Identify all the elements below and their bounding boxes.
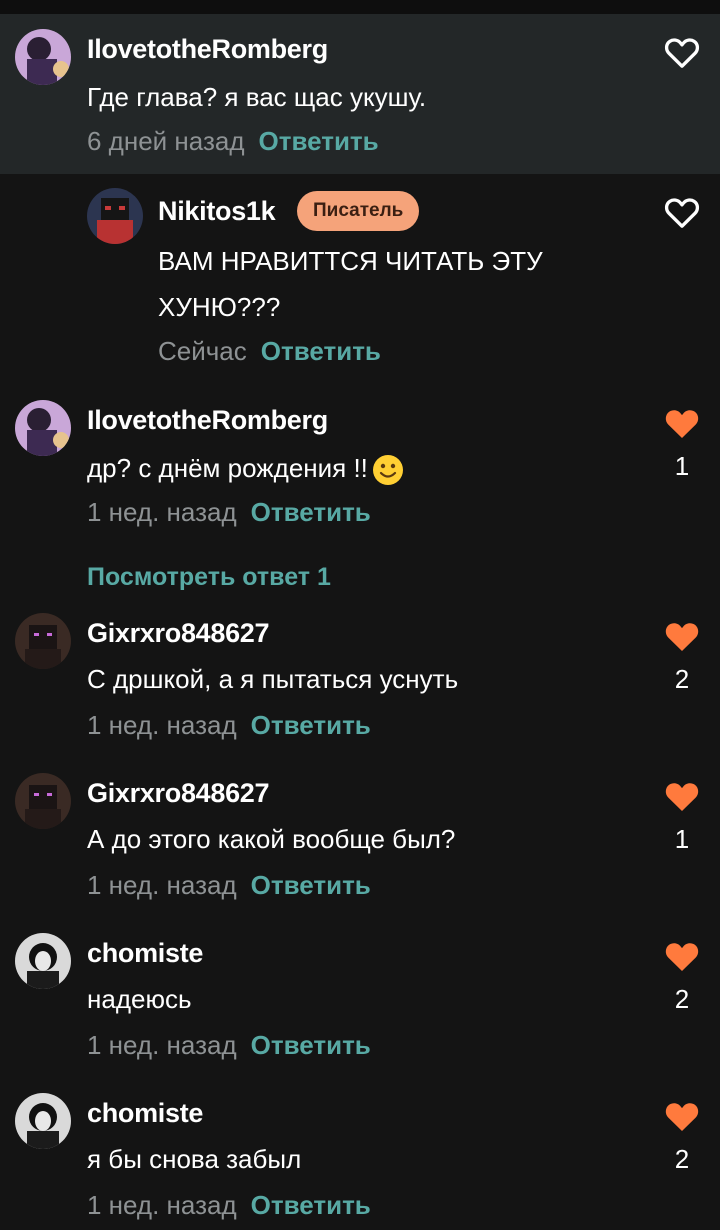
like-filled-icon[interactable] bbox=[662, 1096, 702, 1136]
comment-text: А до этого какой вообще был? bbox=[87, 824, 456, 854]
comment-text-content: др? с днём рождения !! bbox=[87, 453, 368, 483]
comment-author[interactable]: Nikitos1k bbox=[158, 196, 276, 227]
comment-meta: 1 нед. назад Ответить bbox=[87, 497, 371, 528]
reply-button[interactable]: Ответить bbox=[259, 126, 379, 156]
reply-button[interactable]: Ответить bbox=[251, 1190, 371, 1220]
comment-item: chomiste надеюсь 1 нед. назад Ответить 2 bbox=[0, 918, 720, 1078]
like-count: 2 bbox=[674, 1144, 690, 1174]
comment-text: Где глава? я вас щас укушу. bbox=[87, 82, 427, 112]
like-count: 1 bbox=[674, 824, 690, 854]
like-filled-icon[interactable] bbox=[662, 936, 702, 976]
comment-item: Gixrxro848627 А до этого какой вообще бы… bbox=[0, 758, 720, 918]
comment-time: 1 нед. назад bbox=[87, 710, 237, 740]
comment-time: 1 нед. назад bbox=[87, 1190, 237, 1220]
like-filled-icon[interactable] bbox=[662, 403, 702, 443]
comment-meta: Сейчас Ответить bbox=[158, 336, 381, 367]
like-filled-icon[interactable] bbox=[662, 616, 702, 656]
reply-item: Nikitos1k Писатель ВАМ НРАВИТТСЯ ЧИТАТЬ … bbox=[0, 174, 720, 374]
avatar[interactable] bbox=[15, 933, 71, 989]
reply-button[interactable]: Ответить bbox=[261, 336, 381, 366]
reply-button[interactable]: Ответить bbox=[251, 497, 371, 527]
avatar[interactable] bbox=[15, 613, 71, 669]
comment-meta: 1 нед. назад Ответить bbox=[87, 1030, 371, 1061]
smile-emoji-icon bbox=[372, 455, 403, 486]
reply-button[interactable]: Ответить bbox=[251, 1030, 371, 1060]
comment-text: др? с днём рождения !! bbox=[87, 445, 404, 491]
comment-author[interactable]: chomiste bbox=[87, 1098, 203, 1129]
comment-time: 6 дней назад bbox=[87, 126, 245, 156]
comment-item: Gixrxro848627 С дршкой, а я пытаться усн… bbox=[0, 598, 720, 758]
comment-meta: 6 дней назад Ответить bbox=[87, 126, 379, 157]
comment-time: 1 нед. назад bbox=[87, 1030, 237, 1060]
reply-button[interactable]: Ответить bbox=[251, 710, 371, 740]
comment-meta: 1 нед. назад Ответить bbox=[87, 710, 371, 741]
avatar[interactable] bbox=[15, 1093, 71, 1149]
like-outline-icon[interactable] bbox=[662, 32, 702, 72]
comment-text: С дршкой, а я пытаться уснуть bbox=[87, 664, 459, 694]
like-outline-icon[interactable] bbox=[662, 192, 702, 232]
comment-text: надеюсь bbox=[87, 984, 192, 1014]
comment-meta: 1 нед. назад Ответить bbox=[87, 1190, 371, 1221]
like-filled-icon[interactable] bbox=[662, 776, 702, 816]
comment-meta: 1 нед. назад Ответить bbox=[87, 870, 371, 901]
comment-text: я бы снова забыл bbox=[87, 1144, 302, 1174]
comment-author[interactable]: Gixrxro848627 bbox=[87, 618, 270, 649]
comment-item: IlovetotheRomberg др? с днём рождения !!… bbox=[0, 385, 720, 545]
avatar[interactable] bbox=[87, 188, 143, 244]
reply-button[interactable]: Ответить bbox=[251, 870, 371, 900]
comment-author[interactable]: Gixrxro848627 bbox=[87, 778, 270, 809]
comment-item: chomiste я бы снова забыл 1 нед. назад От… bbox=[0, 1078, 720, 1230]
comment-author[interactable]: IlovetotheRomberg bbox=[87, 405, 328, 436]
comment-author[interactable]: chomiste bbox=[87, 938, 203, 969]
writer-badge: Писатель bbox=[297, 191, 420, 231]
comment-item: IlovetotheRomberg Где глава? я вас щас у… bbox=[0, 14, 720, 174]
like-count: 1 bbox=[674, 451, 690, 481]
like-count: 2 bbox=[674, 984, 690, 1014]
comment-time: 1 нед. назад bbox=[87, 870, 237, 900]
comment-time: 1 нед. назад bbox=[87, 497, 237, 527]
like-count: 2 bbox=[674, 664, 690, 694]
top-strip bbox=[0, 0, 720, 14]
comment-time: Сейчас bbox=[158, 336, 247, 366]
view-replies-link[interactable]: Посмотреть ответ 1 bbox=[87, 563, 331, 592]
avatar[interactable] bbox=[15, 773, 71, 829]
comment-author[interactable]: IlovetotheRomberg bbox=[87, 34, 328, 65]
avatar[interactable] bbox=[15, 400, 71, 456]
comment-text: ВАМ НРАВИТТСЯ ЧИТАТЬ ЭТУ ХУНЮ??? bbox=[158, 246, 543, 322]
avatar[interactable] bbox=[15, 29, 71, 85]
